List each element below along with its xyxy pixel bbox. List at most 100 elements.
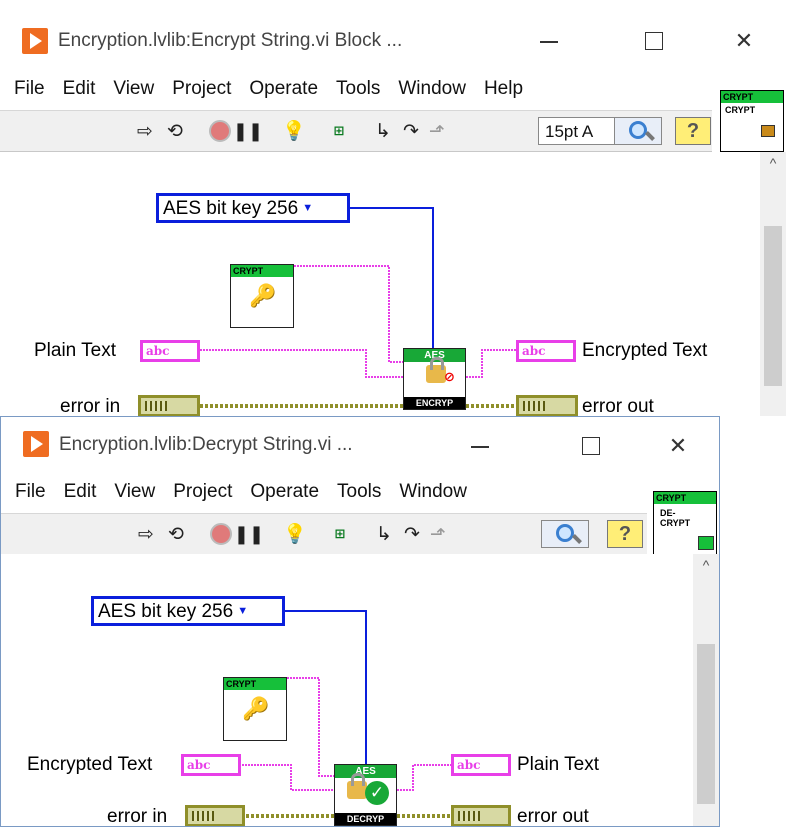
block-diagram-canvas[interactable]: AES bit key 256 ▼ CRYPT 🔑 Plain Text abc …: [0, 152, 760, 416]
plain-text-label: Plain Text: [34, 340, 117, 361]
plain-text-indicator: abc: [451, 754, 511, 776]
block-diagram-canvas[interactable]: AES bit key 256 ▼ CRYPT 🔑 Encrypted Text …: [1, 554, 693, 826]
step-over-icon[interactable]: ↷: [401, 523, 423, 545]
key-icon: 🔑: [249, 283, 277, 308]
encrypted-text-label: Encrypted Text: [27, 754, 153, 775]
close-button[interactable]: ✕: [661, 431, 695, 461]
error-in-label: error in: [107, 806, 168, 827]
step-into-icon[interactable]: ↳: [373, 523, 395, 545]
key-size-enum[interactable]: AES bit key 256 ▼: [156, 193, 350, 223]
scroll-up-icon[interactable]: ^: [693, 558, 719, 572]
step-over-icon[interactable]: ↷: [400, 120, 422, 142]
pause-icon[interactable]: ❚❚: [234, 523, 264, 545]
maximize-button[interactable]: [636, 26, 670, 56]
highlight-execution-icon[interactable]: 💡: [283, 523, 307, 545]
step-out-icon[interactable]: ⬏: [426, 120, 448, 142]
menu-edit[interactable]: Edit: [55, 475, 106, 503]
run-continuously-icon[interactable]: ⟲: [165, 523, 187, 545]
lock-icon: [347, 773, 367, 799]
encrypted-text-indicator: abc: [516, 340, 576, 362]
menu-file[interactable]: File: [14, 72, 54, 100]
menu-view[interactable]: View: [105, 475, 164, 503]
aes-encrypt-node[interactable]: AES ⊘ ENCRYP: [403, 348, 466, 410]
aes-node-footer: ENCRYP: [404, 397, 465, 409]
vertical-scrollbar[interactable]: ^: [760, 152, 786, 416]
run-arrow-icon[interactable]: ⇨: [135, 523, 157, 545]
menu-view[interactable]: View: [104, 72, 163, 100]
menu-tools[interactable]: Tools: [328, 475, 390, 503]
connector-label: CRYPT: [721, 91, 783, 103]
text-settings-ring[interactable]: 15pt A: [538, 117, 622, 145]
lock-icon: [761, 125, 775, 137]
window-title: Encryption.lvlib:Encrypt String.vi Block…: [58, 30, 403, 51]
error-out-indicator: [516, 395, 578, 416]
encrypt-window: Encryption.lvlib:Encrypt String.vi Block…: [0, 0, 786, 416]
wires: [200, 207, 516, 408]
key-size-enum[interactable]: AES bit key 256 ▼: [91, 596, 285, 626]
abort-icon[interactable]: [210, 523, 232, 545]
labview-logo-icon: [22, 28, 48, 54]
menu-window[interactable]: Window: [390, 475, 476, 503]
pause-icon[interactable]: ❚❚: [233, 120, 263, 142]
plain-text-control[interactable]: abc: [140, 340, 200, 362]
dropdown-arrow-icon[interactable]: ▼: [237, 605, 248, 617]
menu-bar: File Edit View Project Operate Tools Window Hel…: [14, 72, 532, 106]
key-size-enum-value: AES bit key 256: [98, 601, 234, 622]
toolbar: ⇨ ⟲ ❚❚ 💡 ⊞ ↳ ↷ ⬏ 15pt A ?: [0, 110, 712, 152]
crypt-subvi[interactable]: CRYPT 🔑: [230, 264, 294, 328]
crypt-subvi-label: CRYPT: [231, 265, 293, 277]
labview-logo-icon: [23, 431, 49, 457]
error-in-control[interactable]: [138, 395, 200, 416]
encrypt-titlebar[interactable]: Encryption.lvlib:Encrypt String.vi Block…: [0, 0, 786, 72]
window-title: Encryption.lvlib:Decrypt String.vi ...: [59, 434, 353, 455]
menu-window[interactable]: Window: [389, 72, 475, 100]
connector-sublabel: CRYPT: [725, 105, 756, 115]
decrypt-titlebar[interactable]: Encryption.lvlib:Decrypt String.vi ... ✕: [1, 417, 719, 475]
encrypted-text-control[interactable]: abc: [181, 754, 241, 776]
retain-wire-values-icon[interactable]: ⊞: [329, 523, 351, 545]
menu-operate[interactable]: Operate: [240, 72, 327, 100]
abort-icon[interactable]: [209, 120, 231, 142]
scroll-thumb[interactable]: [764, 226, 782, 386]
toolbar: ⇨ ⟲ ❚❚ 💡 ⊞ ↳ ↷ ⬏ ?: [1, 513, 647, 555]
encrypted-text-label: Encrypted Text: [582, 340, 708, 361]
run-arrow-icon[interactable]: ⇨: [134, 120, 156, 142]
context-help-icon[interactable]: ?: [675, 117, 711, 145]
context-help-icon[interactable]: ?: [607, 520, 643, 548]
plain-text-label: Plain Text: [517, 754, 600, 775]
retain-wire-values-icon[interactable]: ⊞: [328, 120, 350, 142]
connector-pane-icon[interactable]: CRYPT DE-CRYPT: [653, 491, 717, 555]
minimize-button[interactable]: [463, 431, 497, 461]
menu-tools[interactable]: Tools: [327, 72, 389, 100]
search-icon[interactable]: [614, 117, 662, 145]
menu-operate[interactable]: Operate: [241, 475, 328, 503]
connector-pane-icon[interactable]: CRYPT CRYPT: [720, 90, 784, 152]
menu-bar: File Edit View Project Operate Tools Window: [15, 475, 476, 509]
step-out-icon[interactable]: ⬏: [427, 523, 449, 545]
step-into-icon[interactable]: ↳: [372, 120, 394, 142]
search-icon[interactable]: [541, 520, 589, 548]
menu-project[interactable]: Project: [164, 475, 241, 503]
aes-node-footer: DECRYP: [335, 813, 396, 825]
run-continuously-icon[interactable]: ⟲: [164, 120, 186, 142]
dropdown-arrow-icon[interactable]: ▼: [302, 202, 313, 214]
menu-file[interactable]: File: [15, 475, 55, 503]
scroll-up-icon[interactable]: ^: [760, 156, 786, 170]
maximize-button[interactable]: [573, 431, 607, 461]
error-out-label: error out: [582, 396, 654, 416]
vertical-scrollbar[interactable]: ^: [693, 554, 719, 826]
menu-help[interactable]: Help: [475, 72, 532, 100]
unlock-icon: [698, 536, 714, 550]
menu-edit[interactable]: Edit: [54, 72, 105, 100]
error-in-control[interactable]: [185, 805, 245, 826]
crypt-subvi[interactable]: CRYPT 🔑: [223, 677, 287, 741]
close-button[interactable]: ✕: [727, 26, 761, 56]
check-icon: ✓: [365, 781, 389, 805]
decrypt-window: Encryption.lvlib:Decrypt String.vi ... ✕…: [0, 416, 720, 827]
error-out-label: error out: [517, 806, 589, 827]
aes-decrypt-node[interactable]: AES ✓ DECRYP: [334, 764, 397, 826]
minimize-button[interactable]: [532, 26, 566, 56]
menu-project[interactable]: Project: [163, 72, 240, 100]
highlight-execution-icon[interactable]: 💡: [282, 120, 306, 142]
scroll-thumb[interactable]: [697, 644, 715, 804]
